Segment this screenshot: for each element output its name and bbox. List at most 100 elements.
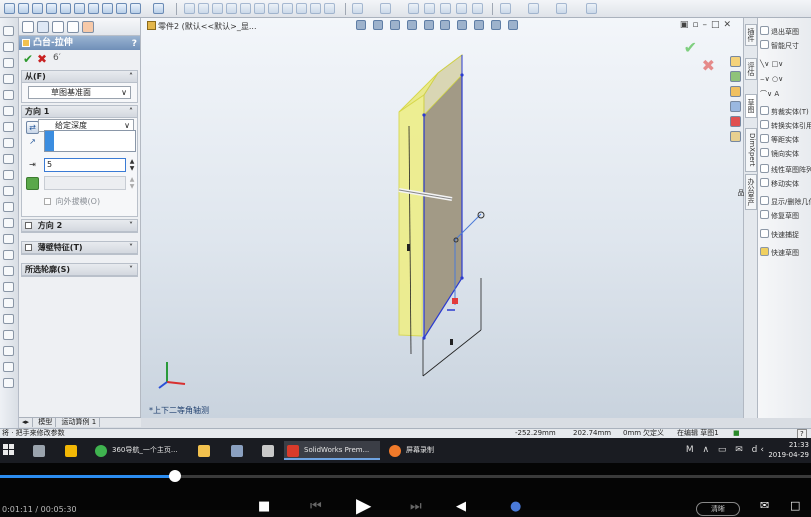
fullscreen-icon[interactable]: □ <box>790 499 800 512</box>
polygon-tool-icon[interactable] <box>3 122 14 132</box>
pinned-app-icon[interactable] <box>30 441 48 460</box>
plane-tool-icon[interactable] <box>3 218 14 228</box>
direction-vector-icon[interactable]: ↗ <box>26 136 39 149</box>
cancel-x-icon[interactable]: ✖ <box>37 52 47 66</box>
cmd-linear-pattern[interactable]: 线性草图阵列 <box>760 164 811 176</box>
file-explorer-icon[interactable] <box>730 86 741 97</box>
appearance-tab-icon[interactable] <box>82 21 94 33</box>
playlist-icon[interactable]: ● <box>510 499 521 514</box>
point-tool-icon[interactable] <box>3 170 14 180</box>
tab-sketch[interactable]: 草图 <box>745 94 757 118</box>
scroll-arrows-icon[interactable]: ◂▸ <box>19 418 34 427</box>
layer-icon[interactable] <box>472 3 483 14</box>
feature-tree-tab-icon[interactable] <box>22 21 34 33</box>
layer-icon[interactable] <box>456 3 467 14</box>
mirror-tool-icon[interactable] <box>3 282 14 292</box>
chamfer-tool-icon[interactable] <box>3 154 14 164</box>
previous-icon[interactable]: ⏮ <box>310 499 322 514</box>
cmd-mirror[interactable]: 镜向实体 <box>760 148 799 160</box>
cmd-convert[interactable]: 转换实体引用 <box>760 120 811 132</box>
cmd-rapid-sketch[interactable]: 快速草图 <box>760 247 799 259</box>
options-icon[interactable] <box>102 3 113 14</box>
snap-icon[interactable] <box>556 3 567 14</box>
undo-icon[interactable] <box>60 3 71 14</box>
select-icon[interactable] <box>153 3 164 14</box>
start-condition-select[interactable]: 草图基准面 ∨ <box>28 86 131 99</box>
sketch-tool-icon[interactable] <box>184 3 195 14</box>
snap-icon[interactable] <box>586 3 597 14</box>
expand-chevron-icon[interactable]: ˅ <box>129 220 133 232</box>
depth-spinner[interactable]: ▲ ▼ <box>128 158 136 172</box>
rebuild-status-icon[interactable]: ■ <box>733 429 740 438</box>
direction-reference-list[interactable] <box>44 130 136 152</box>
cmd-quick-snaps[interactable]: 快速捕捉 <box>760 229 799 241</box>
direction2-checkbox[interactable] <box>25 222 32 229</box>
cmd-trim[interactable]: 剪裁实体(T) <box>760 106 809 118</box>
selected-contours-header[interactable]: 所选轮廓(S) ˅ <box>22 264 137 276</box>
pattern-tool-icon[interactable] <box>3 298 14 308</box>
cmd-line-tools[interactable]: ╲∨ □∨ <box>760 58 783 70</box>
sketch-tool-icon[interactable] <box>212 3 223 14</box>
stop-icon[interactable]: ■ <box>258 499 270 514</box>
volume-icon[interactable]: ◀ <box>456 499 466 514</box>
sketch-tool-icon[interactable] <box>268 3 279 14</box>
cmd-offset[interactable]: 等距实体 <box>760 134 799 146</box>
configuration-tab-icon[interactable] <box>52 21 64 33</box>
draft-angle-input[interactable] <box>44 176 126 190</box>
ellipse-tool-icon[interactable] <box>3 106 14 116</box>
sketch-tool-icon[interactable] <box>254 3 265 14</box>
rebuild-icon[interactable] <box>88 3 99 14</box>
cmd-arc-tools[interactable]: ⌢∨ ○∨ <box>760 73 783 85</box>
extend-tool-icon[interactable] <box>3 250 14 260</box>
cmd-smart-dimension[interactable]: 智能尺寸 <box>760 40 799 52</box>
sketch-tool-icon[interactable] <box>198 3 209 14</box>
sketch-tool-icon[interactable] <box>240 3 251 14</box>
cmd-move[interactable]: 移动实体 <box>760 178 799 190</box>
layer-icon[interactable] <box>408 3 419 14</box>
expand-chevron-icon[interactable]: ˅ <box>129 264 133 276</box>
circle-tool-icon[interactable] <box>3 58 14 68</box>
system-tray-icons[interactable]: M ∧ ▭ ✉ d‹ <box>686 445 767 455</box>
collapse-chevron-icon[interactable]: ˄ <box>129 71 133 83</box>
cmd-exit-sketch[interactable]: 退出草图 <box>760 26 799 38</box>
expand-chevron-icon[interactable]: ˅ <box>129 242 133 254</box>
thin-feature-header[interactable]: 薄壁特征(T) ˅ <box>22 242 137 254</box>
fillet-tool-icon[interactable] <box>3 138 14 148</box>
tab-dimxpert[interactable]: DimXpert <box>745 128 757 172</box>
direction2-header[interactable]: 方向 2 ˅ <box>22 220 137 232</box>
arc-tool-icon[interactable] <box>3 74 14 84</box>
pinned-app-icon[interactable] <box>62 441 80 460</box>
collapse-chevron-icon[interactable]: ˄ <box>129 106 133 118</box>
direction1-header[interactable]: 方向 1 ˄ <box>22 106 137 118</box>
spline-tool-icon[interactable] <box>3 90 14 100</box>
depth-input[interactable]: 5 <box>44 158 126 172</box>
text-tool-icon[interactable] <box>3 202 14 212</box>
centerline-tool-icon[interactable] <box>3 186 14 196</box>
rectangle-tool-icon[interactable] <box>3 42 14 52</box>
snap-icon[interactable] <box>528 3 539 14</box>
print-icon[interactable] <box>46 3 57 14</box>
thin-feature-checkbox[interactable] <box>25 244 32 251</box>
progress-knob[interactable] <box>169 470 182 482</box>
draft-toggle-icon[interactable] <box>26 177 39 190</box>
motion-study-tab[interactable]: 运动算例 1 <box>59 418 101 427</box>
taskbar-item-recorder[interactable]: 屏幕录制 <box>386 441 466 460</box>
extrude-preview[interactable] <box>141 18 743 418</box>
cmd-repair[interactable]: 修复草图 <box>760 210 799 222</box>
model-tab[interactable]: 模型 <box>35 418 57 427</box>
draft-outward-checkbox[interactable] <box>44 198 51 205</box>
draft-outward-option[interactable]: 向外拔模(O) <box>44 196 100 207</box>
sketch-tool-icon[interactable] <box>310 3 321 14</box>
relation-tool-icon[interactable] <box>3 314 14 324</box>
move-tool-icon[interactable] <box>3 346 14 356</box>
home-icon[interactable] <box>730 56 741 67</box>
help-button[interactable]: ? <box>132 37 137 51</box>
pinned-app-icon[interactable] <box>259 441 277 460</box>
help-icon[interactable]: ? <box>797 429 807 438</box>
from-group-header[interactable]: 从(F) ˄ <box>22 71 137 83</box>
custom-properties-icon[interactable] <box>730 131 741 142</box>
cmd-fillet-tools[interactable]: ⌒∨ A <box>760 88 779 100</box>
layer-icon[interactable] <box>352 3 363 14</box>
tab-evaluate[interactable]: 评估 <box>745 58 757 80</box>
pinned-app-icon[interactable] <box>228 441 246 460</box>
